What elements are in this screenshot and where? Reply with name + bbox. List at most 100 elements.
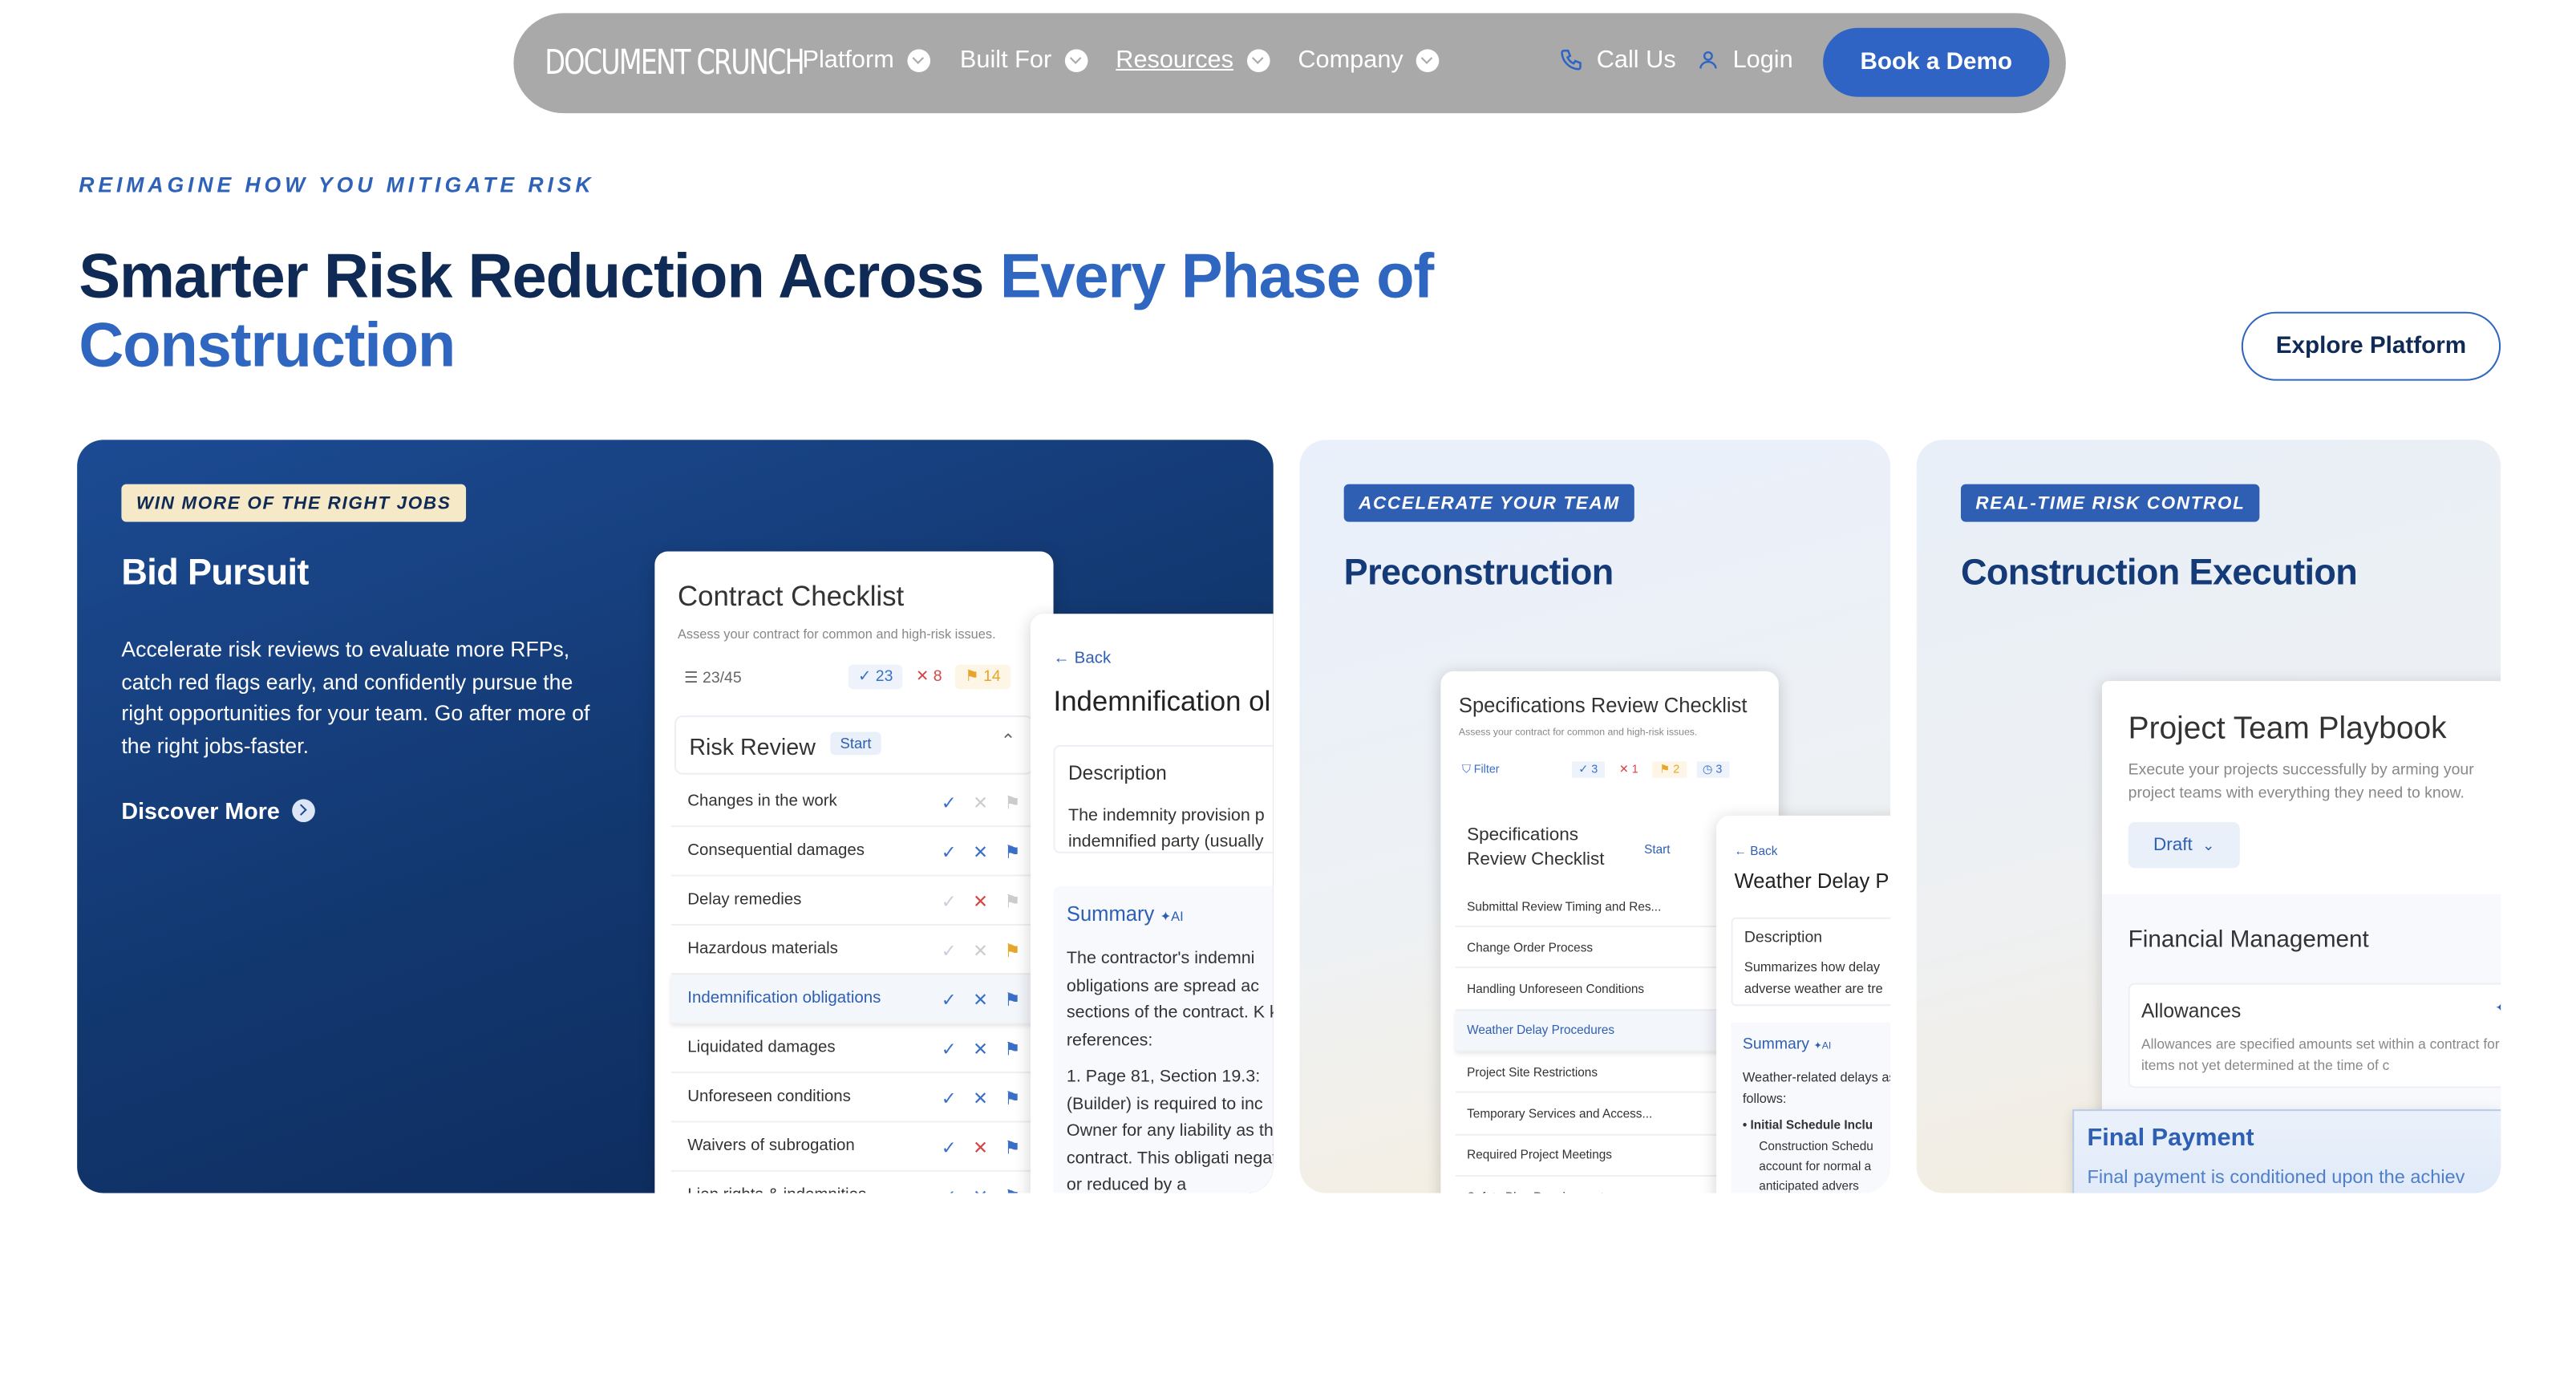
check-icon[interactable]: ✓ — [942, 1137, 957, 1159]
top-nav: DOCUMENT CRUNCH Platform Built For Resou… — [513, 13, 2066, 114]
nav-resources[interactable]: Resources — [1116, 46, 1270, 74]
card-title: Bid Pursuit — [121, 551, 309, 593]
check-icon[interactable]: ✓ — [942, 1186, 957, 1193]
detail-title: Weather Delay P — [1734, 869, 1889, 894]
login-link[interactable]: Login — [1697, 46, 1793, 74]
bookmark-icon[interactable]: ⚑ — [1004, 891, 1020, 913]
check-icon[interactable]: ✓ — [942, 1039, 957, 1060]
chevron-down-icon — [1064, 48, 1088, 72]
filter-button[interactable]: ⛉ Filter — [1462, 764, 1500, 777]
x-icon[interactable]: ✕ — [973, 842, 988, 864]
card-construction-execution[interactable]: REAL-TIME RISK CONTROL Construction Exec… — [1916, 440, 2501, 1193]
card-preconstruction[interactable]: ACCELERATE YOUR TEAM Preconstruction Spe… — [1299, 440, 1890, 1193]
nav-platform[interactable]: Platform — [802, 46, 930, 74]
chevron-down-icon — [1416, 48, 1440, 72]
phone-icon — [1561, 49, 1582, 71]
final-payment-card[interactable]: Final Payment Final payment is condition… — [2072, 1109, 2501, 1193]
panel-title: Project Team Playbook — [2128, 711, 2447, 747]
x-icon[interactable]: ✕ — [973, 990, 988, 1011]
contract-checklist-panel: Contract Checklist Assess your contract … — [654, 551, 1054, 1193]
row-label: Hazardous materials — [687, 940, 838, 958]
discover-more-link[interactable]: Discover More — [121, 797, 316, 824]
checklist-row[interactable]: Consequential damages ✓ ✕ ⚑ — [670, 827, 1038, 877]
x-icon[interactable]: ✕ — [973, 940, 988, 962]
check-icon[interactable]: ✓ — [942, 842, 957, 864]
check-icon[interactable]: ✓ — [942, 891, 957, 913]
bookmark-icon[interactable]: ⚑ — [1004, 792, 1020, 814]
eyebrow: REIMAGINE HOW YOU MITIGATE RISK — [79, 172, 595, 197]
page-title: Smarter Risk Reduction Across Every Phas… — [79, 242, 1434, 381]
row-label: Change Order Process — [1467, 939, 1594, 955]
issue-count: ✕ 8 — [916, 667, 942, 687]
check-icon[interactable]: ✓ — [942, 792, 957, 814]
call-us-link[interactable]: Call Us — [1559, 46, 1676, 74]
row-label: Temporary Services and Access... — [1467, 1106, 1653, 1121]
row-label: Required Project Meetings — [1467, 1147, 1612, 1163]
checklist-row[interactable]: Unforeseen conditions ✓ ✕ ⚑ — [670, 1073, 1038, 1123]
x-icon[interactable]: ✕ — [973, 1039, 988, 1060]
explore-platform-button[interactable]: Explore Platform — [2241, 311, 2501, 381]
checklist-row[interactable]: Waivers of subrogation ✓ ✕ ⚑ — [670, 1122, 1038, 1172]
check-icon[interactable]: ✓ — [942, 990, 957, 1011]
bookmark-icon[interactable]: ⚑ — [1004, 1088, 1020, 1110]
row-label: Weather Delay Procedures — [1467, 1023, 1615, 1038]
card-title: Preconstruction — [1343, 551, 1614, 593]
bookmark-icon[interactable]: ⚑ — [1004, 990, 1020, 1011]
back-link[interactable]: ← Back — [1054, 650, 1112, 668]
risk-review-header[interactable]: Risk Review Start ⌃ — [674, 715, 1034, 775]
x-icon[interactable]: ✕ — [973, 891, 988, 913]
checklist-row[interactable]: Indemnification obligations ✓ ✕ ⚑ — [670, 975, 1038, 1024]
check-icon[interactable]: ✓ — [942, 940, 957, 962]
panel-title: Specifications Review Checklist — [1458, 694, 1748, 718]
progress-count: ☰ 23/45 — [684, 669, 742, 688]
checklist-row[interactable]: Delay remedies ✓ ✕ ⚑ — [670, 877, 1038, 926]
status-dropdown[interactable]: Draft ⌄ — [2128, 822, 2240, 869]
row-label: Safety Plan Requirements — [1467, 1189, 1610, 1193]
card-bid-pursuit[interactable]: WIN MORE OF THE RIGHT JOBS Bid Pursuit A… — [77, 440, 1274, 1193]
row-label: Liquidated damages — [687, 1039, 836, 1057]
card-badge: REAL-TIME RISK CONTROL — [1960, 484, 2260, 522]
panel-subtitle: Assess your contract for common and high… — [1458, 728, 1698, 739]
checklist-row[interactable]: Liquidated damages ✓ ✕ ⚑ — [670, 1024, 1038, 1074]
row-label: Unforeseen conditions — [687, 1088, 851, 1107]
bookmark-icon[interactable]: ⚑ — [1004, 1039, 1020, 1060]
panel-title: Contract Checklist — [677, 581, 905, 613]
checklist-row[interactable]: Changes in the work ✓ ✕ ⚑ — [670, 778, 1038, 828]
weather-delay-detail-panel: ← Back Weather Delay P Description Summa… — [1716, 815, 1890, 1193]
ai-sparkle-icon: ✦ — [2495, 999, 2501, 1018]
checklist-row[interactable]: Lien rights & indemnities ✓ ✕ ⚑ — [671, 1172, 1037, 1193]
chevron-down-icon: ⌄ — [2202, 836, 2215, 853]
ok-count: ✓ 23 — [848, 664, 903, 690]
bookmark-icon[interactable]: ⚑ — [1004, 1137, 1020, 1159]
bookmark-icon[interactable]: ⚑ — [1004, 1186, 1020, 1193]
status-counts: ✓ 3 ✕ 1 ⚑ 2 ◷ 3 — [1572, 761, 1729, 778]
x-icon[interactable]: ✕ — [973, 1088, 988, 1110]
bookmark-icon[interactable]: ⚑ — [1004, 842, 1020, 864]
nav-company[interactable]: Company — [1298, 46, 1440, 74]
chevron-down-icon — [907, 48, 930, 72]
summary-heading: Summary ✦AI — [1066, 902, 1184, 926]
card-badge: ACCELERATE YOUR TEAM — [1343, 484, 1635, 522]
row-label: Project Site Restrictions — [1467, 1064, 1598, 1080]
panel-subtitle: Assess your contract for common and high… — [677, 626, 996, 642]
x-icon[interactable]: ✕ — [973, 792, 988, 814]
bookmark-icon[interactable]: ⚑ — [1004, 940, 1020, 962]
x-icon[interactable]: ✕ — [973, 1186, 988, 1193]
checklist-row[interactable]: Hazardous materials ✓ ✕ ⚑ — [670, 926, 1038, 975]
detail-title: Indemnification ol — [1053, 686, 1271, 718]
start-tag[interactable]: Start — [1644, 842, 1670, 857]
back-link[interactable]: ← Back — [1735, 844, 1778, 858]
description-box: Description Summarizes how delay adverse… — [1731, 917, 1890, 1007]
row-label: Changes in the work — [687, 792, 837, 811]
check-icon[interactable]: ✓ — [942, 1088, 957, 1110]
section-title: Specifications Review Checklist — [1467, 825, 1605, 870]
book-demo-button[interactable]: Book a Demo — [1823, 27, 2050, 97]
row-label: Handling Unforeseen Conditions — [1467, 981, 1645, 997]
row-label: Submittal Review Timing and Res... — [1467, 898, 1662, 914]
x-icon[interactable]: ✕ — [973, 1137, 988, 1159]
section-title: Financial Management — [2128, 926, 2369, 954]
status-counts: ✓ 23 ✕ 8 ⚑ 14 — [848, 664, 1011, 690]
summary-box: Summary ✦AI Weather-related delays as fo… — [1731, 1022, 1890, 1193]
nav-built-for[interactable]: Built For — [960, 46, 1088, 74]
logo[interactable]: DOCUMENT CRUNCH — [545, 43, 804, 82]
